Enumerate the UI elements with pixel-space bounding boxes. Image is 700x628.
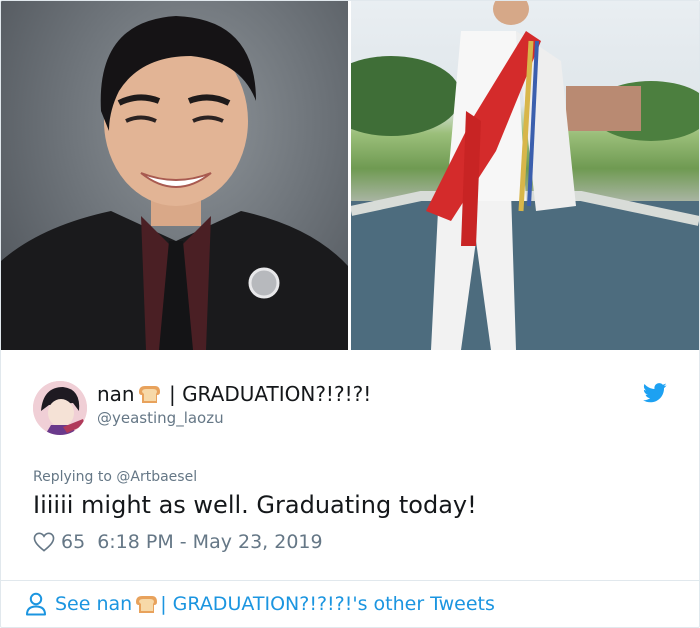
replying-to-label: Replying to <box>33 469 117 485</box>
display-name-prefix: nan <box>97 382 135 406</box>
display-name[interactable]: nan | GRADUATION?!?!?! <box>97 381 371 407</box>
tweet-header: nan | GRADUATION?!?!?! @yeasting_laozu <box>33 379 673 437</box>
replying-to: Replying to @Artbaesel <box>33 469 197 485</box>
avatar[interactable] <box>33 381 87 435</box>
portrait-photo[interactable] <box>1 1 348 350</box>
display-name-suffix: | GRADUATION?!?!?! <box>162 382 372 406</box>
like-count[interactable]: 65 <box>61 531 85 553</box>
see-other-tweets-prefix: See nan <box>55 593 133 615</box>
bread-emoji-icon <box>138 386 160 403</box>
tweet-media[interactable] <box>1 1 699 350</box>
footer-divider <box>1 580 699 581</box>
graduation-photo[interactable] <box>351 1 699 350</box>
reply-mention-link[interactable]: @Artbaesel <box>116 469 197 485</box>
tweet-text: Iiiiii might as well. Graduating today! <box>33 491 477 519</box>
heart-icon[interactable] <box>33 532 55 552</box>
person-icon <box>26 592 46 616</box>
user-names[interactable]: nan | GRADUATION?!?!?! @yeasting_laozu <box>97 381 371 428</box>
tweet-card: nan | GRADUATION?!?!?! @yeasting_laozu R… <box>0 0 700 628</box>
bread-emoji-icon <box>136 596 158 613</box>
twitter-bird-icon[interactable] <box>643 383 667 403</box>
tweet-meta: 65 6:18 PM - May 23, 2019 <box>33 529 323 555</box>
tweet-timestamp[interactable]: 6:18 PM - May 23, 2019 <box>97 531 322 553</box>
see-other-tweets-link[interactable]: See nan | GRADUATION?!?!?!'s other Tweet… <box>25 590 495 618</box>
user-handle[interactable]: @yeasting_laozu <box>97 408 371 428</box>
see-other-tweets-suffix: | GRADUATION?!?!?!'s other Tweets <box>160 593 495 615</box>
